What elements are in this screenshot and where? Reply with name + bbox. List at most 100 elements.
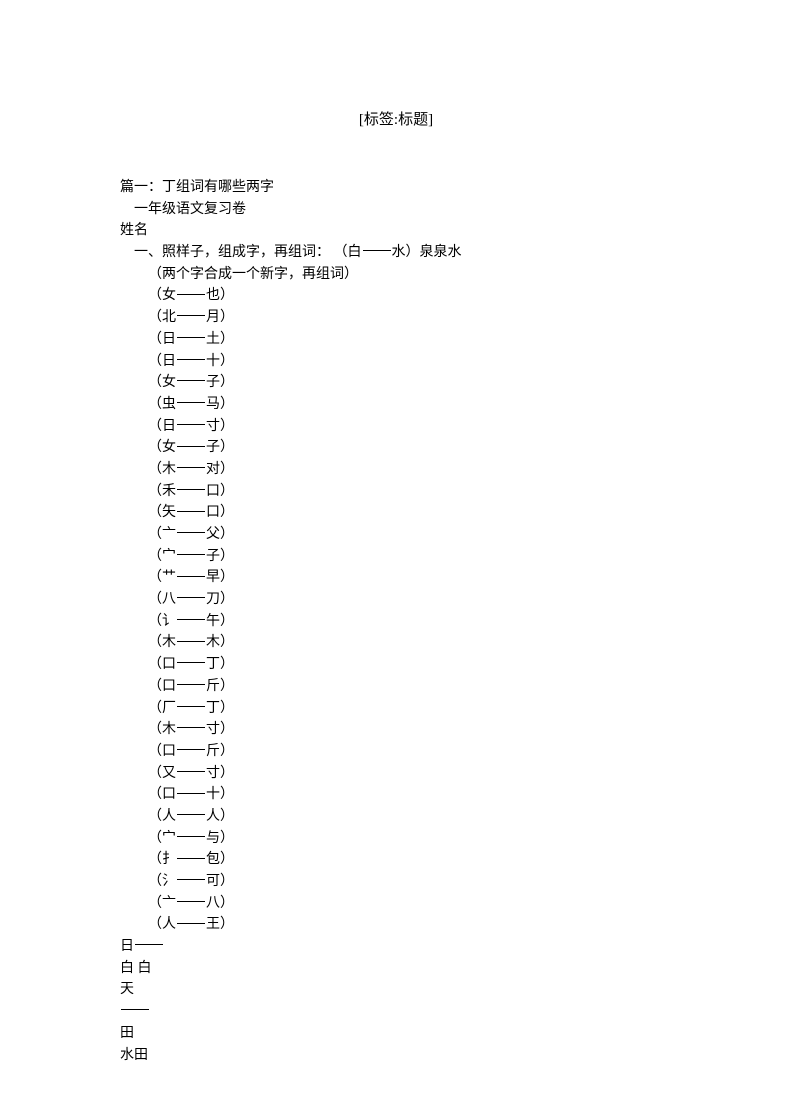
pair-row: （八刀）	[120, 589, 672, 611]
pair-right: 子	[206, 440, 220, 455]
pair-right: 人	[206, 809, 220, 824]
connector-line	[177, 793, 205, 794]
footer-line-2: 天	[120, 979, 672, 1001]
pair-row: （又寸）	[120, 763, 672, 785]
pair-right: 子	[206, 549, 220, 564]
connector-line	[177, 576, 205, 577]
connector-line	[177, 294, 205, 295]
pair-right: 寸	[206, 722, 220, 737]
connector-line	[177, 315, 205, 316]
pair-right: 土	[206, 332, 220, 347]
pairs-list: （女也）（北月）（日土）（日十）（女子）（虫马）（日寸）（女子）（木对）（禾口）…	[120, 285, 672, 936]
pair-right: 斤	[206, 744, 220, 759]
pair-right: 木	[206, 635, 220, 650]
pair-row: （女也）	[120, 285, 672, 307]
connector-line	[177, 814, 205, 815]
pair-right: 对	[206, 462, 220, 477]
pair-row: （木木）	[120, 632, 672, 654]
footer-line-4: 田	[120, 1023, 672, 1045]
pair-row: （北月）	[120, 307, 672, 329]
connector-line	[177, 619, 205, 620]
pair-left: 矢	[162, 505, 176, 520]
pair-left: 八	[162, 592, 176, 607]
pair-row: （口斤）	[120, 676, 672, 698]
pair-row: （女子）	[120, 437, 672, 459]
connector-line	[177, 467, 205, 468]
connector-line	[177, 684, 205, 685]
pair-row: （扌包）	[120, 849, 672, 871]
connector-line	[177, 858, 205, 859]
pair-right: 寸	[206, 766, 220, 781]
pair-row: （亠八）	[120, 893, 672, 915]
pair-left: 亠	[162, 527, 176, 542]
heading: 篇一：丁组词有哪些两字	[120, 177, 672, 199]
pair-row: （日土）	[120, 329, 672, 351]
pair-row: （日寸）	[120, 416, 672, 438]
pair-right: 可	[206, 874, 220, 889]
pair-row: （讠午）	[120, 611, 672, 633]
connector-line	[177, 901, 205, 902]
pair-row: （口十）	[120, 784, 672, 806]
pair-right: 马	[206, 397, 220, 412]
pair-left: 北	[162, 310, 176, 325]
pair-row: （木对）	[120, 459, 672, 481]
pair-left: 女	[162, 375, 176, 390]
pair-left: 木	[162, 462, 176, 477]
connector-line	[177, 706, 205, 707]
pair-left: 人	[162, 809, 176, 824]
pair-left: 人	[162, 917, 176, 932]
pair-left: 日	[162, 332, 176, 347]
pair-left: 女	[162, 288, 176, 303]
pair-row: （口斤）	[120, 741, 672, 763]
connector-line	[177, 380, 205, 381]
pair-row: （艹早）	[120, 567, 672, 589]
pair-row: （女子）	[120, 372, 672, 394]
connector-line	[135, 944, 163, 945]
pair-row: （宀子）	[120, 546, 672, 568]
connector-line	[177, 923, 205, 924]
pair-row: （人王）	[120, 914, 672, 936]
pair-row: （虫马）	[120, 394, 672, 416]
pair-right: 月	[206, 310, 220, 325]
pair-right: 十	[206, 354, 220, 369]
pair-right: 午	[206, 614, 220, 629]
pair-row: （禾口）	[120, 481, 672, 503]
section-title: 一、照样子，组成字，再组词： （白 水）泉泉水	[120, 242, 672, 264]
connector-line	[177, 489, 205, 490]
pair-right: 子	[206, 375, 220, 390]
connector-line	[177, 597, 205, 598]
pair-left: 厂	[162, 701, 176, 716]
pair-row: （木寸）	[120, 719, 672, 741]
pair-left: 虫	[162, 397, 176, 412]
connector-line	[177, 662, 205, 663]
connector-line	[177, 641, 205, 642]
pair-left: 口	[162, 657, 176, 672]
pair-left: 扌	[162, 852, 176, 867]
section-title-pre: 一、照样子，组成字，再组词： （白	[134, 245, 362, 260]
pair-left: 口	[162, 679, 176, 694]
pair-left: 禾	[162, 484, 176, 499]
pair-left: 口	[162, 744, 176, 759]
footer-line-5: 水田	[120, 1045, 672, 1067]
pair-right: 丁	[206, 657, 220, 672]
section-title-post: 水）泉泉水	[392, 245, 462, 260]
connector-line	[177, 511, 205, 512]
pair-right: 丁	[206, 701, 220, 716]
pair-right: 也	[206, 288, 220, 303]
pair-right: 包	[206, 852, 220, 867]
subnote: （两个字合成一个新字，再组词）	[120, 264, 672, 286]
pair-row: （口丁）	[120, 654, 672, 676]
pair-left: 亠	[162, 896, 176, 911]
footer-line-0: 日	[120, 936, 672, 958]
connector-line	[177, 749, 205, 750]
pair-right: 与	[206, 831, 220, 846]
pair-left: 日	[162, 354, 176, 369]
connector-line	[177, 359, 205, 360]
pair-right: 口	[206, 505, 220, 520]
connector-line	[177, 554, 205, 555]
pair-left: 木	[162, 635, 176, 650]
pair-right: 早	[206, 570, 220, 585]
pair-left: 又	[162, 766, 176, 781]
pair-left: 木	[162, 722, 176, 737]
pair-left: 讠	[162, 614, 176, 629]
